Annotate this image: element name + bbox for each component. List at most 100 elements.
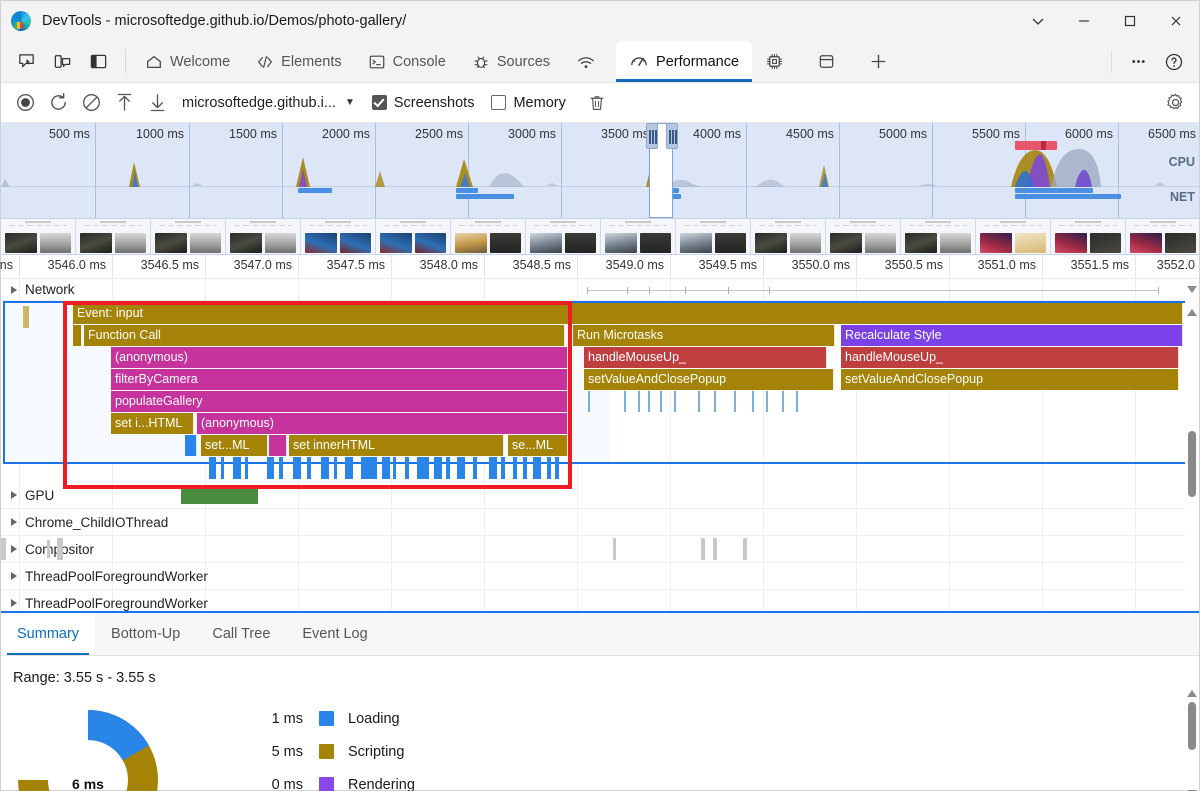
capture-settings-gear-icon[interactable] (1159, 89, 1191, 117)
flame-bar-run-microtasks[interactable]: Run Microtasks (573, 325, 835, 346)
selection-left-handle[interactable] (646, 123, 658, 149)
home-icon (145, 53, 163, 71)
tab-memory[interactable] (752, 41, 804, 82)
flame-bar-set-ml-1[interactable]: set...ML (201, 435, 268, 456)
flame-bar-set-ml-2[interactable]: se...ML (508, 435, 568, 456)
add-panel-icon[interactable] (856, 41, 908, 82)
tab-sources-label: Sources (496, 53, 551, 70)
clear-icon[interactable] (75, 89, 107, 117)
filmstrip-frame[interactable] (526, 219, 601, 254)
memory-checkbox[interactable]: Memory (491, 95, 566, 111)
filmstrip[interactable] (1, 219, 1199, 255)
track-threadpool-1[interactable]: ThreadPoolForegroundWorker (1, 563, 1199, 590)
tab-network[interactable] (563, 41, 616, 82)
flame-chart-scrollbar[interactable] (1185, 279, 1199, 624)
flame-bar-set-inner-html[interactable]: set innerHTML (289, 435, 504, 456)
screenshots-checkbox[interactable]: Screenshots (371, 95, 474, 111)
expand-triangle-icon[interactable] (11, 518, 17, 526)
filmstrip-frame[interactable] (76, 219, 151, 254)
filmstrip-frame[interactable] (1051, 219, 1126, 254)
flame-bar-handle-mouse-up-2[interactable]: handleMouseUp_ (841, 347, 1179, 368)
flame-bar[interactable] (73, 325, 82, 346)
filmstrip-frame[interactable] (601, 219, 676, 254)
expand-triangle-icon[interactable] (11, 285, 17, 294)
download-profile-icon[interactable] (141, 89, 173, 117)
overview-tick: 5500 ms (972, 127, 1020, 141)
filmstrip-frame[interactable] (451, 219, 526, 254)
filmstrip-frame[interactable] (301, 219, 376, 254)
filmstrip-frame[interactable] (751, 219, 826, 254)
inspect-icon[interactable] (9, 47, 43, 77)
legend-row-scripting: 5 ms Scripting (251, 735, 415, 768)
delete-recording-icon[interactable] (581, 89, 613, 117)
filmstrip-frame[interactable] (901, 219, 976, 254)
more-options-icon[interactable] (1121, 47, 1155, 77)
recording-target-selector[interactable]: microsoftedge.github.i... ▼ (182, 95, 355, 111)
filmstrip-frame[interactable] (976, 219, 1051, 254)
tab-welcome[interactable]: Welcome (132, 41, 243, 82)
tab-summary[interactable]: Summary (1, 613, 96, 655)
flame-bar-set-value-close-popup-1[interactable]: setValueAndClosePopup (584, 369, 834, 390)
tabstrip-divider (1111, 50, 1112, 73)
expand-triangle-icon[interactable] (11, 491, 17, 499)
help-icon[interactable] (1157, 47, 1191, 77)
edge-logo-icon (11, 11, 31, 31)
close-icon[interactable] (1153, 1, 1199, 41)
reload-record-icon[interactable] (42, 89, 74, 117)
filmstrip-frame[interactable] (151, 219, 226, 254)
maximize-icon[interactable] (1107, 1, 1153, 41)
tab-call-tree[interactable]: Call Tree (196, 613, 286, 655)
flame-bar-set-inner-html-short[interactable]: set i...HTML (111, 413, 194, 434)
tab-console[interactable]: Console (355, 41, 459, 82)
scrollbar-thumb[interactable] (1188, 431, 1196, 497)
flame-bar-anonymous-1[interactable]: (anonymous) (111, 347, 568, 368)
chevron-down-icon[interactable] (1015, 1, 1061, 41)
minimize-icon[interactable] (1061, 1, 1107, 41)
filmstrip-frame[interactable] (1, 219, 76, 254)
scroll-down-arrow-icon[interactable] (1187, 286, 1197, 293)
flame-bar-recalculate-style[interactable]: Recalculate Style (841, 325, 1183, 346)
tab-performance[interactable]: Performance (616, 41, 753, 82)
upload-profile-icon[interactable] (108, 89, 140, 117)
flame-bar-populate-gallery[interactable]: populateGallery (111, 391, 568, 412)
tabstrip-right-actions (1104, 41, 1199, 82)
flame-bar-loading-chunk[interactable] (185, 435, 197, 456)
flame-bar-anonymous-2[interactable]: (anonymous) (197, 413, 568, 434)
legend-value-rendering: 0 ms (271, 776, 303, 791)
flame-bar-set-value-close-popup-2[interactable]: setValueAndClosePopup (841, 369, 1179, 390)
tab-sources[interactable]: Sources (459, 41, 563, 82)
ruler-tick: 3551.0 ms (977, 258, 1036, 272)
flame-bar-handle-mouse-up-1[interactable]: handleMouseUp_ (584, 347, 827, 368)
gpu-task-bar[interactable] (181, 486, 258, 504)
scroll-up-arrow-icon[interactable] (1187, 309, 1197, 316)
flame-chart[interactable]: Network Event: input Function Call Run M… (1, 279, 1199, 624)
compositor-task-ticks (1, 538, 1191, 560)
record-circle-icon[interactable] (9, 89, 41, 117)
filmstrip-frame[interactable] (226, 219, 301, 254)
expand-triangle-icon[interactable] (11, 599, 17, 607)
filmstrip-frame[interactable] (676, 219, 751, 254)
flame-bar-filter-by-camera[interactable]: filterByCamera (111, 369, 568, 390)
dock-side-icon[interactable] (81, 47, 115, 77)
filmstrip-frame[interactable] (826, 219, 901, 254)
filmstrip-frame[interactable] (1126, 219, 1199, 254)
flame-bar-function-call[interactable]: Function Call (84, 325, 565, 346)
memory-chip-icon (765, 52, 784, 71)
summary-scroll-up-arrow-icon[interactable] (1187, 690, 1197, 697)
tab-event-log[interactable]: Event Log (286, 613, 383, 655)
track-chrome-childiothread[interactable]: Chrome_ChildIOThread (1, 509, 1199, 536)
timeline-overview[interactable]: 500 ms 1000 ms 1500 ms 2000 ms 2500 ms 3… (1, 123, 1199, 219)
flame-bar-event-input[interactable]: Event: input (73, 303, 1183, 324)
device-emulation-icon[interactable] (45, 47, 79, 77)
filmstrip-frame[interactable] (376, 219, 451, 254)
flame-bar-js-chunk[interactable] (269, 435, 287, 456)
selection-right-handle[interactable] (666, 123, 678, 149)
tab-bottom-up-label: Bottom-Up (111, 626, 181, 642)
tab-elements[interactable]: Elements (243, 41, 354, 82)
tab-bottom-up[interactable]: Bottom-Up (95, 613, 196, 655)
tab-application[interactable] (804, 41, 856, 82)
summary-scrollbar[interactable] (1185, 686, 1199, 791)
summary-scrollbar-thumb[interactable] (1188, 702, 1196, 750)
expand-triangle-icon[interactable] (11, 572, 17, 580)
checkbox-box-checked (371, 95, 387, 110)
